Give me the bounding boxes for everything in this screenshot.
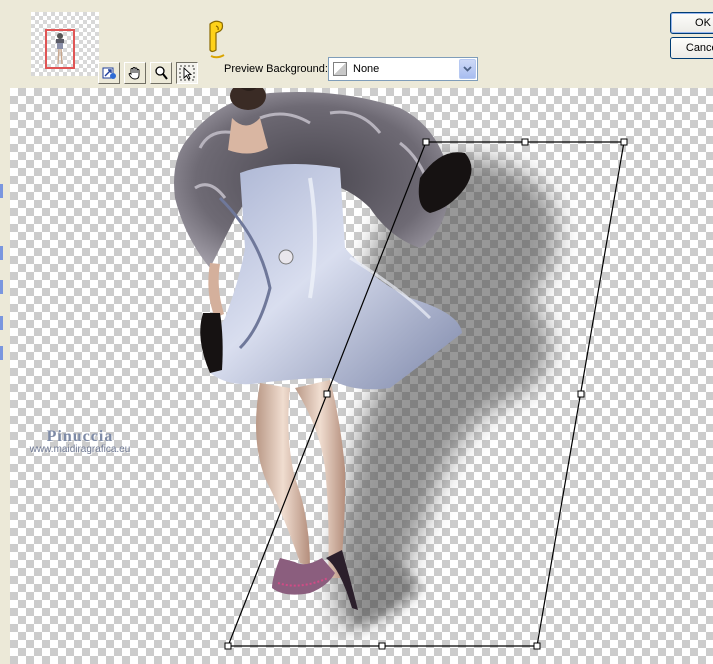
- panel-marker: [0, 184, 3, 198]
- handle-right-middle[interactable]: [577, 390, 585, 398]
- ok-button[interactable]: OK: [670, 12, 713, 34]
- pick-tool-button[interactable]: [176, 62, 198, 84]
- reset-icon: [102, 67, 116, 79]
- panel-marker: [0, 316, 3, 330]
- watermark-url: www.maidiragrafica.eu: [29, 444, 131, 455]
- hand-pointer-hint-icon: [209, 20, 225, 59]
- toolbar: Preview Background: None OK Cancel: [10, 0, 713, 88]
- background-swatch-icon: [333, 62, 347, 76]
- preview-thumbnail[interactable]: [31, 12, 99, 76]
- panel-marker: [0, 280, 3, 294]
- dropdown-arrow-button[interactable]: [459, 59, 476, 79]
- cancel-button[interactable]: Cancel: [670, 37, 713, 59]
- thumbnail-viewport-frame[interactable]: [45, 29, 75, 69]
- handle-top-right[interactable]: [620, 138, 628, 146]
- pan-tool-button[interactable]: [124, 62, 146, 84]
- handle-top-middle[interactable]: [521, 138, 529, 146]
- handle-bottom-left[interactable]: [224, 642, 232, 650]
- handle-bottom-middle[interactable]: [378, 642, 386, 650]
- chevron-down-icon: [463, 66, 472, 72]
- preview-canvas[interactable]: Pinuccia www.maidiragrafica.eu: [10, 88, 713, 664]
- pick-arrow-icon: [179, 65, 195, 81]
- panel-marker: [0, 346, 3, 360]
- perspective-shadow: [334, 156, 557, 628]
- reset-button[interactable]: [98, 62, 120, 84]
- handle-bottom-right[interactable]: [533, 642, 541, 650]
- zoom-icon: [155, 66, 168, 80]
- zoom-tool-button[interactable]: [150, 62, 172, 84]
- panel-marker: [0, 246, 3, 260]
- handle-left-middle[interactable]: [323, 390, 331, 398]
- pan-hand-icon: [128, 67, 140, 80]
- watermark: Pinuccia www.maidiragrafica.eu: [10, 428, 150, 455]
- preview-background-label: Preview Background:: [224, 63, 328, 75]
- model-figure: [174, 88, 472, 610]
- preview-background-dropdown[interactable]: None: [328, 57, 478, 81]
- preview-background-value: None: [353, 63, 380, 75]
- preview-scene: [174, 88, 628, 650]
- handle-top-left[interactable]: [422, 138, 430, 146]
